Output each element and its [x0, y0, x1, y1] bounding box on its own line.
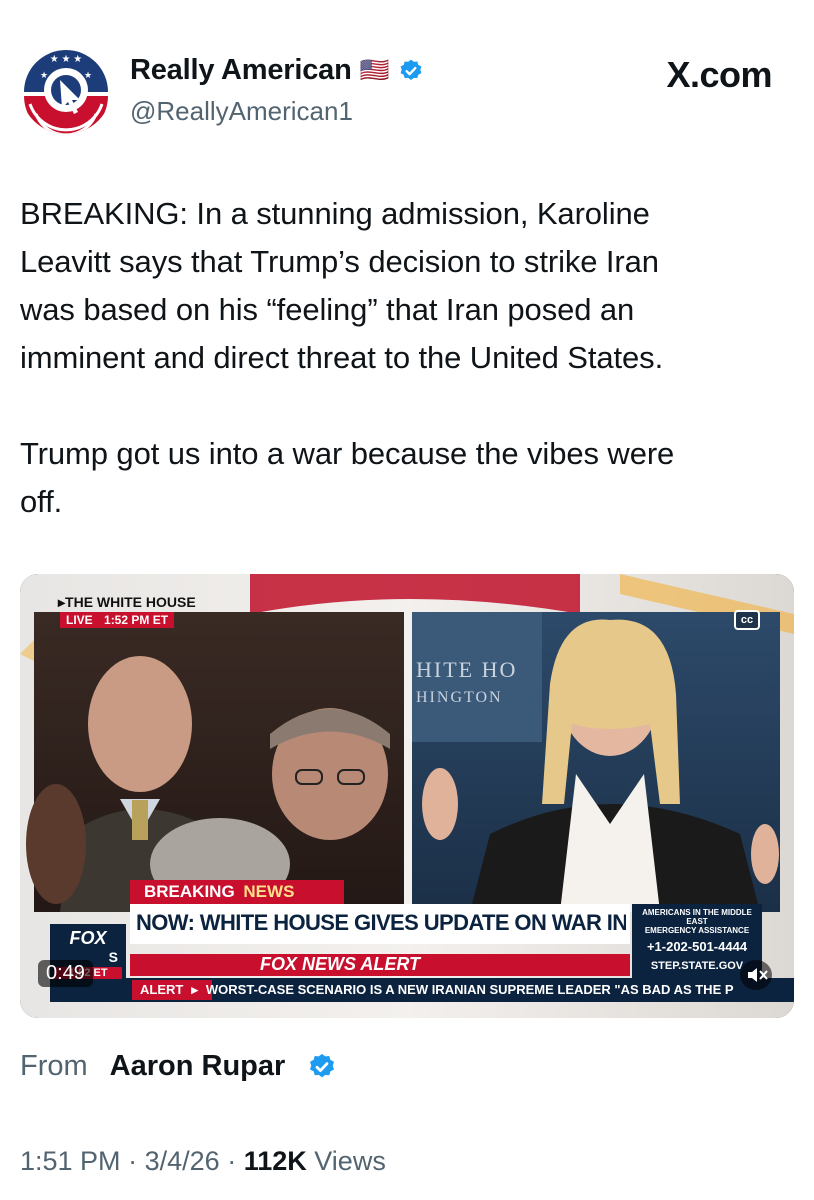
meta-separator: · — [128, 1146, 138, 1176]
name-row: Really American 🇺🇸 — [130, 54, 424, 87]
speaker-muted-icon — [748, 968, 768, 982]
svg-text:★: ★ — [40, 70, 48, 80]
video-player[interactable]: ▸THE WHITE HOUSE LIVE 1:52 PM ET HITE HO… — [20, 574, 794, 1018]
avatar[interactable]: ★ ★ ★ ★ ★ — [20, 42, 112, 134]
handle[interactable]: @ReallyAmerican1 — [130, 96, 353, 127]
breaking-news-banner: BREAKING NEWS — [144, 880, 294, 904]
tweet-meta: 1:51 PM · 3/4/26 · 112K Views — [20, 1146, 386, 1177]
location-tag: ▸THE WHITE HOUSE — [58, 594, 196, 610]
side-phone: +1-202-501-4444 — [646, 939, 748, 954]
tweet-date[interactable]: 3/4/26 — [145, 1146, 220, 1176]
svg-text:★: ★ — [84, 70, 92, 80]
from-label: From — [20, 1050, 88, 1082]
news-label: NEWS — [243, 882, 295, 901]
duration-badge: 0:49 — [38, 960, 93, 987]
verified-badge-icon — [400, 59, 421, 80]
mute-button[interactable] — [740, 960, 772, 990]
tweet-time[interactable]: 1:51 PM — [20, 1146, 121, 1176]
backdrop-line-2: HINGTON — [416, 689, 503, 706]
side-box-line2: EMERGENCY ASSISTANCE — [644, 926, 750, 935]
fox-logo-top: FOX — [69, 928, 107, 948]
cc-button[interactable]: cc — [734, 610, 760, 630]
tweet-text: BREAKING: In a stunning admission, Karol… — [20, 196, 675, 519]
source-label: X.com — [666, 54, 772, 95]
tweet-header: ★ ★ ★ ★ ★ Really American 🇺🇸 @ReallyAmer… — [20, 42, 794, 142]
side-box-line1: AMERICANS IN THE MIDDLE EAST — [642, 908, 752, 926]
live-time: 1:52 PM ET — [104, 613, 169, 627]
really-american-logo-icon: ★ ★ ★ ★ ★ — [20, 42, 112, 134]
from-name[interactable]: Aaron Rupar — [110, 1050, 286, 1083]
views-count: 112K — [243, 1146, 307, 1176]
fox-news-alert: FOX NEWS ALERT — [260, 954, 421, 974]
ticker: ALERT ▸ WORST-CASE SCENARIO IS A NEW IRANI… — [132, 980, 772, 1000]
backdrop-text: HITE HO HINGTON — [416, 656, 517, 712]
live-label: LIVE — [66, 613, 93, 627]
svg-text:★ ★ ★: ★ ★ ★ — [50, 54, 82, 65]
attribution-row: From Aaron Rupar — [20, 1050, 337, 1083]
headline: NOW: WHITE HOUSE GIVES UPDATE ON WAR IN … — [136, 910, 626, 935]
views-label: Views — [314, 1146, 386, 1176]
alert-label: ALERT — [140, 982, 184, 997]
live-badge: LIVE 1:52 PM ET — [60, 612, 175, 628]
display-name[interactable]: Really American — [130, 54, 352, 87]
meta-separator: · — [227, 1146, 237, 1176]
backdrop-line-1: HITE HO — [416, 657, 518, 682]
breaking-label: BREAKING — [144, 882, 235, 901]
verified-badge-icon — [310, 1053, 335, 1077]
ticker-text: WORST-CASE SCENARIO IS A NEW IRANIAN SUP… — [205, 982, 734, 997]
flag-emoji: 🇺🇸 — [359, 57, 390, 84]
